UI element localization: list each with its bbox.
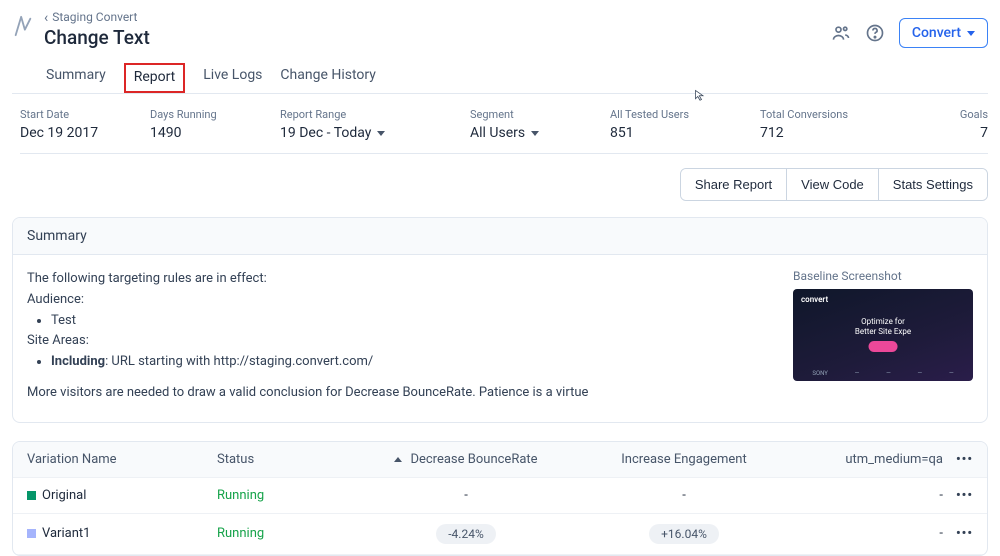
stat-report-range-label: Report Range — [280, 108, 470, 121]
stat-tested-users-value: 851 — [610, 125, 760, 141]
chevron-down-icon — [377, 131, 385, 136]
row-menu-button[interactable]: ••• — [943, 526, 973, 541]
thumb-brands: SONY———— — [793, 370, 973, 377]
share-report-button[interactable]: Share Report — [681, 169, 786, 200]
breadcrumb[interactable]: ‹ Staging Convert — [44, 10, 150, 24]
chevron-down-icon — [531, 131, 539, 136]
summary-including-prefix: Including — [51, 354, 105, 369]
breadcrumb-label: Staging Convert — [52, 10, 137, 24]
thumb-cta — [869, 341, 898, 352]
table-row: Variant1 Running -4.24% +16.04% - ••• — [13, 514, 987, 555]
convert-button[interactable]: Convert — [899, 18, 988, 48]
chevron-down-icon — [967, 31, 975, 36]
baseline-screenshot-thumb[interactable]: convert Optimize forBetter Site Expe SON… — [793, 289, 973, 381]
table-header-row: Variation Name Status Decrease BounceRat… — [13, 442, 987, 478]
stat-days-running-value: 1490 — [150, 125, 280, 141]
summary-audience-item: Test — [51, 311, 763, 332]
stat-segment-label: Segment — [470, 108, 610, 121]
thumb-logo: convert — [801, 295, 828, 304]
thumb-headline: Optimize forBetter Site Expe — [793, 317, 973, 338]
baseline-screenshot-label: Baseline Screenshot — [793, 269, 973, 283]
summary-text: The following targeting rules are in eff… — [27, 269, 763, 404]
summary-conclusion: More visitors are needed to draw a valid… — [27, 383, 763, 404]
stat-total-conversions-value: 712 — [760, 125, 920, 141]
variation-bounce: - — [357, 488, 575, 503]
variation-bounce: -4.24% — [357, 524, 575, 544]
col-header-status[interactable]: Status — [217, 452, 357, 467]
summary-card: Summary The following targeting rules ar… — [12, 217, 988, 423]
share-users-icon[interactable] — [831, 23, 851, 43]
summary-including-rest: : URL starting with http://staging.conve… — [105, 354, 373, 369]
stat-start-date-value: Dec 19 2017 — [20, 125, 150, 141]
variation-utm: - — [793, 488, 943, 503]
row-menu-button[interactable]: ••• — [943, 488, 973, 503]
tab-report[interactable]: Report — [124, 63, 186, 93]
summary-intro: The following targeting rules are in eff… — [27, 269, 763, 290]
help-icon[interactable] — [865, 23, 885, 43]
stat-report-range-value[interactable]: 19 Dec - Today — [280, 125, 470, 141]
convert-button-label: Convert — [912, 25, 961, 41]
stat-days-running-label: Days Running — [150, 108, 280, 121]
variation-name: Original — [42, 488, 86, 503]
col-header-bounce[interactable]: Decrease BounceRate — [357, 452, 575, 467]
variation-engagement: +16.04% — [575, 524, 793, 544]
stat-segment-value[interactable]: All Users — [470, 125, 610, 141]
variation-name: Variant1 — [42, 526, 90, 541]
variation-swatch-icon — [27, 529, 36, 538]
stat-total-conversions-label: Total Conversions — [760, 108, 920, 121]
sort-ascending-icon — [394, 457, 402, 462]
stat-start-date-label: Start Date — [20, 108, 150, 121]
stat-goals-value: 7 — [980, 125, 988, 141]
summary-audience-label: Audience: — [27, 290, 763, 311]
tab-summary[interactable]: Summary — [46, 61, 106, 93]
col-header-utm[interactable]: utm_medium=qa — [793, 452, 943, 467]
variation-utm: - — [793, 526, 943, 541]
stat-goals-label: Goals — [960, 108, 988, 121]
action-buttons: Share Report View Code Stats Settings — [680, 168, 988, 201]
view-code-button[interactable]: View Code — [786, 169, 878, 200]
variation-status: Running — [217, 488, 357, 503]
variation-status: Running — [217, 526, 357, 541]
table-header-menu[interactable]: ••• — [943, 452, 973, 467]
summary-site-areas-label: Site Areas: — [27, 331, 763, 352]
variations-table: Variation Name Status Decrease BounceRat… — [12, 441, 988, 556]
stats-row: Start Date Dec 19 2017 Days Running 1490… — [20, 94, 988, 154]
variation-swatch-icon — [27, 491, 36, 500]
col-header-engagement[interactable]: Increase Engagement — [575, 452, 793, 467]
app-logo — [12, 12, 34, 40]
variation-engagement: - — [575, 488, 793, 503]
stats-settings-button[interactable]: Stats Settings — [878, 169, 987, 200]
table-row: Original Running - - - ••• — [13, 478, 987, 514]
chevron-left-icon: ‹ — [44, 11, 48, 25]
tabs: Summary Report Live Logs Change History — [12, 61, 988, 94]
summary-card-title: Summary — [13, 218, 987, 255]
col-header-variation[interactable]: Variation Name — [27, 452, 217, 467]
page-title: Change Text — [44, 26, 150, 49]
tab-live-logs[interactable]: Live Logs — [203, 61, 262, 93]
tab-change-history[interactable]: Change History — [280, 61, 375, 93]
stat-tested-users-label: All Tested Users — [610, 108, 760, 121]
